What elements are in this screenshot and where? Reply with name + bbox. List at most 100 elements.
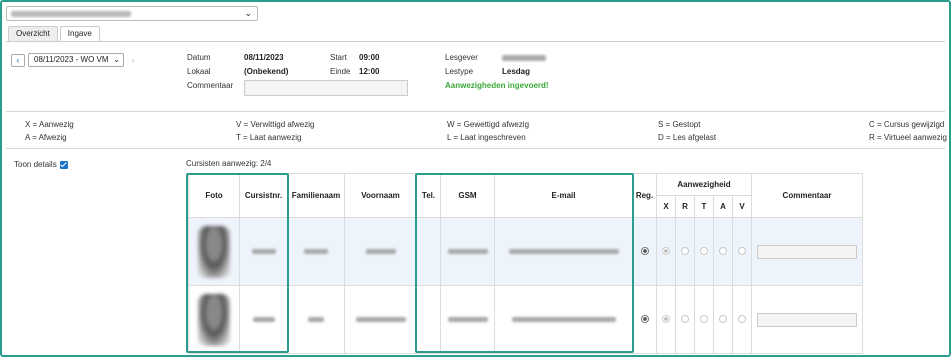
legend-s: S = Gestopt bbox=[658, 120, 701, 129]
code-t-cell bbox=[694, 285, 714, 354]
header-code-a: A bbox=[713, 195, 733, 218]
radio-a[interactable] bbox=[719, 246, 727, 255]
attendance-table: Foto Cursistnr. Familienaam Voornaam Tel… bbox=[188, 173, 863, 354]
avatar bbox=[198, 225, 230, 278]
datum-label: Datum bbox=[187, 53, 211, 62]
radio-x[interactable] bbox=[662, 246, 670, 255]
cursistnr-cell bbox=[239, 217, 288, 286]
code-x-cell bbox=[656, 285, 676, 354]
lokaal-value: (Onbekend) bbox=[244, 67, 289, 76]
code-v-cell bbox=[732, 217, 752, 286]
start-value: 09:00 bbox=[359, 53, 380, 62]
email-cell bbox=[494, 285, 633, 354]
divider bbox=[6, 148, 945, 149]
legend-t: T = Laat aanwezig bbox=[236, 133, 302, 142]
header-reg: Reg. bbox=[632, 173, 657, 218]
radio-t[interactable] bbox=[700, 246, 708, 255]
code-v-cell bbox=[732, 285, 752, 354]
radio-t[interactable] bbox=[700, 314, 708, 323]
table-row bbox=[188, 285, 863, 354]
voornaam-value bbox=[365, 249, 396, 254]
lestype-value: Lesdag bbox=[502, 67, 531, 76]
radio-v[interactable] bbox=[738, 314, 746, 323]
code-t-cell bbox=[694, 217, 714, 286]
chevron-down-icon: ⌄ bbox=[244, 8, 252, 18]
reg-radio[interactable] bbox=[640, 314, 649, 323]
divider bbox=[6, 111, 945, 112]
toon-details-checkbox[interactable] bbox=[59, 160, 68, 169]
header-email: E-mail bbox=[494, 173, 633, 218]
header-code-t: T bbox=[694, 195, 714, 218]
cursistnr-value bbox=[252, 317, 275, 322]
legend-r: R = Virtueel aanwezig bbox=[869, 133, 947, 142]
commentaar-input[interactable] bbox=[244, 80, 408, 96]
radio-v[interactable] bbox=[738, 246, 746, 255]
voornaam-value bbox=[355, 317, 406, 322]
cursistnr-value bbox=[251, 249, 276, 254]
commentaar-cell bbox=[751, 285, 863, 354]
email-value bbox=[511, 317, 616, 322]
header-gsm: GSM bbox=[440, 173, 495, 218]
lestype-label: Lestype bbox=[445, 67, 474, 76]
reg-cell bbox=[632, 217, 657, 286]
radio-r[interactable] bbox=[681, 246, 689, 255]
voornaam-cell bbox=[344, 217, 417, 286]
attendance-count: Cursisten aanwezig: 2/4 bbox=[186, 159, 272, 168]
course-select-value bbox=[11, 11, 131, 17]
tab-ingave[interactable]: Ingave bbox=[59, 26, 100, 41]
code-r-cell bbox=[675, 217, 695, 286]
header-code-x: X bbox=[656, 195, 676, 218]
course-select[interactable]: ⌄ bbox=[6, 6, 258, 21]
row-comment-input[interactable] bbox=[757, 312, 857, 327]
gsm-cell bbox=[440, 217, 495, 286]
email-value bbox=[508, 249, 619, 254]
lesgever-value bbox=[502, 55, 546, 61]
code-a-cell bbox=[713, 217, 733, 286]
reg-cell bbox=[632, 285, 657, 354]
status-message: Aanwezigheden ingevoerd! bbox=[445, 81, 549, 90]
date-select-value: 08/11/2023 - WO VM bbox=[34, 55, 109, 64]
table-row bbox=[188, 217, 863, 286]
header-code-v: V bbox=[732, 195, 752, 218]
tab-bar: Overzicht Ingave bbox=[8, 26, 102, 41]
header-tel: Tel. bbox=[416, 173, 441, 218]
gsm-cell bbox=[440, 285, 495, 354]
familienaam-value bbox=[308, 317, 324, 322]
date-select[interactable]: 08/11/2023 - WO VM ⌄ bbox=[28, 53, 124, 67]
radio-x[interactable] bbox=[662, 314, 670, 323]
code-r-cell bbox=[675, 285, 695, 354]
chevron-down-icon: ⌄ bbox=[113, 55, 120, 64]
header-voornaam: Voornaam bbox=[344, 173, 417, 218]
tab-overzicht[interactable]: Overzicht bbox=[8, 26, 58, 41]
toon-details-label: Toon details bbox=[14, 160, 57, 169]
avatar bbox=[198, 293, 230, 346]
datum-value: 08/11/2023 bbox=[244, 53, 284, 62]
header-foto: Foto bbox=[188, 173, 240, 218]
start-label: Start bbox=[330, 53, 347, 62]
next-date-button[interactable]: › bbox=[127, 54, 139, 67]
legend-w: W = Gewettigd afwezig bbox=[447, 120, 530, 129]
einde-label: Einde bbox=[330, 67, 351, 76]
cursistnr-cell bbox=[239, 285, 288, 354]
radio-r[interactable] bbox=[681, 314, 689, 323]
code-a-cell bbox=[713, 285, 733, 354]
student-photo-cell bbox=[188, 217, 240, 286]
student-photo-cell bbox=[188, 285, 240, 354]
header-cursistnr: Cursistnr. bbox=[239, 173, 288, 218]
previous-date-button[interactable]: ‹ bbox=[11, 54, 25, 67]
gsm-value bbox=[447, 249, 488, 254]
radio-a[interactable] bbox=[719, 314, 727, 323]
header-aanwezigheid: Aanwezigheid bbox=[656, 173, 752, 196]
row-comment-input[interactable] bbox=[757, 244, 857, 259]
reg-radio[interactable] bbox=[640, 246, 649, 255]
tel-cell bbox=[416, 285, 441, 354]
header-code-r: R bbox=[675, 195, 695, 218]
toon-details[interactable]: Toon details bbox=[14, 160, 68, 169]
commentaar-cell bbox=[751, 217, 863, 286]
code-x-cell bbox=[656, 217, 676, 286]
legend-l: L = Laat ingeschreven bbox=[447, 133, 526, 142]
legend-x: X = Aanwezig bbox=[25, 120, 74, 129]
einde-value: 12:00 bbox=[359, 67, 380, 76]
lesgever-label: Lesgever bbox=[445, 53, 478, 62]
legend-a: A = Afwezig bbox=[25, 133, 67, 142]
